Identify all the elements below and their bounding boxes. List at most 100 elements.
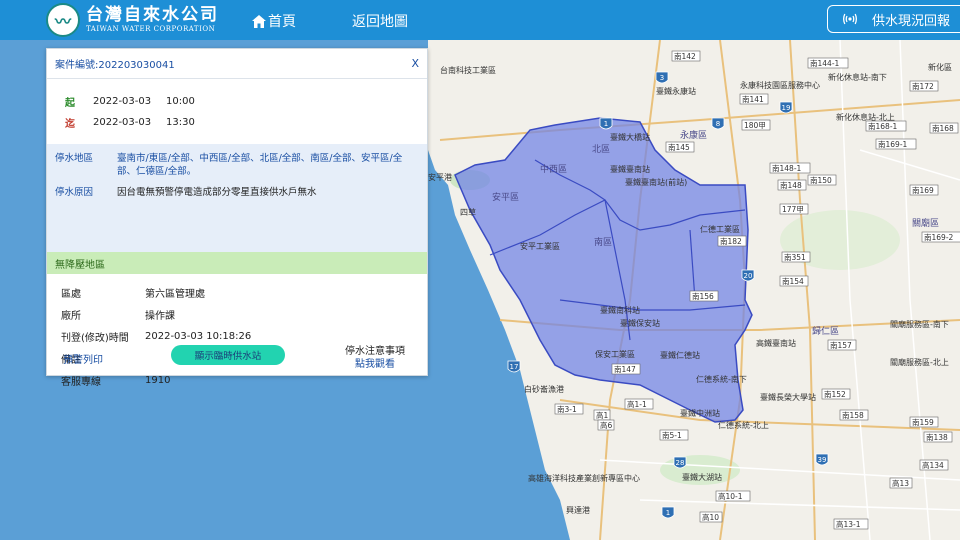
road-number-label: 南168 — [929, 122, 959, 134]
case-number-bar: 案件編號:202203030041 X — [47, 49, 427, 79]
water-logo-icon: 〰 — [46, 3, 80, 37]
road-number-label: 南169 — [909, 184, 939, 196]
nav-back-to-map-link[interactable]: 返回地圖 — [352, 11, 408, 31]
map-label-zhongxi: 中西區 — [540, 163, 567, 175]
road-number-label: 高134 — [919, 459, 949, 471]
map-label-daqiao: 臺鐵大橋站 — [610, 132, 650, 142]
svg-text:南182: 南182 — [720, 236, 742, 246]
map-label-yongkang: 永康科技園區服務中心 — [740, 80, 820, 90]
road-number-label: 南144-1 — [807, 57, 849, 69]
road-number-label: 高13 — [889, 477, 913, 489]
road-number-label: 180甲 — [741, 119, 771, 131]
detail-row: 廠所 操作課 — [61, 303, 421, 325]
no-pressure-drop-bar: 無降壓地區 — [47, 252, 427, 274]
svg-text:南156: 南156 — [692, 291, 714, 301]
map-label-marine: 高雄海洋科技產業創新專區中心 — [528, 473, 640, 483]
svg-text:8: 8 — [716, 120, 720, 128]
broadcast-icon — [843, 13, 857, 25]
road-number-label: 南182 — [717, 235, 747, 247]
road-number-label: 高1 — [593, 409, 611, 421]
map-label-zhongzhou: 臺鐵中洲站 — [680, 408, 720, 418]
svg-text:南169: 南169 — [912, 185, 934, 195]
map-label-changrong: 臺鐵長榮大學站 — [760, 392, 816, 402]
detail-value: 第六區管理處 — [145, 288, 205, 300]
area-label: 停水地區 — [55, 153, 94, 164]
highway-shield-icon: 3 — [655, 71, 669, 84]
logo-en-text: TAIWAN WATER CORPORATION — [86, 25, 216, 33]
svg-text:南145: 南145 — [668, 142, 690, 152]
road-number-label: 南150 — [807, 174, 837, 186]
map-label-rende-s: 仁德系統-南下 — [696, 374, 747, 384]
road-number-label: 177甲 — [779, 203, 809, 215]
end-time-row: 迄 2022-03-03 13:30 — [47, 112, 427, 133]
map-label-yongkang-dist: 永康區 — [680, 129, 707, 141]
map-label-hsr: 高鐵臺南站 — [756, 338, 796, 348]
svg-text:南168-1: 南168-1 — [868, 121, 898, 131]
svg-text:1: 1 — [666, 509, 670, 517]
map-label-dahu: 臺鐵大湖站 — [682, 472, 722, 482]
road-number-label: 南145 — [665, 141, 695, 153]
road-number-label: 高1-1 — [624, 398, 654, 410]
highway-shield-icon: 28 — [673, 456, 687, 469]
road-number-label: 南158 — [839, 409, 869, 421]
svg-text:28: 28 — [676, 459, 685, 467]
svg-text:南144-1: 南144-1 — [810, 58, 840, 68]
svg-text:南5-1: 南5-1 — [662, 430, 682, 440]
svg-text:1: 1 — [604, 120, 608, 128]
map-label-nanke: 臺鐵南科站 — [600, 305, 640, 315]
show-temp-station-button[interactable]: 顯示臨時供水站 — [171, 345, 285, 365]
highway-shield-icon: 39 — [815, 453, 829, 466]
highway-shield-icon: 1 — [599, 117, 613, 130]
road-number-label: 南3-1 — [554, 403, 584, 415]
map-label-beiqu: 北區 — [592, 144, 610, 155]
detail-row: 區處 第六區管理處 — [61, 281, 421, 303]
map-label-baoan: 臺鐵保安站 — [620, 318, 660, 328]
svg-text:高6: 高6 — [600, 420, 612, 430]
start-time-row: 起 2022-03-03 10:00 — [47, 91, 427, 112]
svg-text:高1-1: 高1-1 — [627, 399, 647, 409]
svg-text:南169-1: 南169-1 — [878, 139, 908, 149]
outage-detail-section: 停水地區 臺南市/東區/全部、中西區/全部、北區/全部、南區/全部、安平區/全 … — [47, 144, 427, 252]
svg-text:南172: 南172 — [912, 81, 934, 91]
home-icon — [252, 14, 266, 28]
map-label-yongkang-st: 臺鐵永康站 — [656, 86, 696, 96]
detail-row: 刊登(修改)時間 2022-03-03 10:18:26 — [61, 325, 421, 347]
map-label-anping-ind: 安平工業區 — [520, 241, 560, 251]
road-number-label: 南141 — [739, 93, 769, 105]
road-number-label: 南351 — [781, 251, 811, 263]
svg-text:177甲: 177甲 — [782, 205, 804, 214]
road-number-label: 高13-1 — [833, 518, 869, 530]
svg-text:高10: 高10 — [702, 512, 719, 522]
detail-key: 刊登(修改)時間 — [61, 332, 129, 344]
map-label-guanmiao-s: 關廟服務區-南下 — [890, 319, 949, 329]
map-label-rende-ind: 仁德工業區 — [700, 224, 740, 234]
road-number-label: 南156 — [689, 290, 719, 302]
nav-home-link[interactable]: 首頁 — [252, 11, 296, 31]
map-label-guanmiao: 關廟區 — [912, 217, 939, 229]
map-label-tainan-st: 臺鐵臺南站 — [610, 164, 650, 174]
road-number-label: 南159 — [909, 416, 939, 428]
svg-text:南150: 南150 — [810, 175, 832, 185]
svg-text:南169-2: 南169-2 — [924, 232, 954, 242]
road-number-label: 南148 — [777, 179, 807, 191]
warning-print-link[interactable]: 預警列印 — [63, 351, 103, 366]
svg-text:19: 19 — [782, 104, 791, 112]
svg-text:南154: 南154 — [782, 276, 804, 286]
company-logo[interactable]: 〰 台灣自來水公司 TAIWAN WATER CORPORATION — [46, 3, 219, 37]
svg-text:南157: 南157 — [830, 340, 852, 350]
area-value: 臺南市/東區/全部、中西區/全部、北區/全部、南區/全部、安平區/全 部、仁德區… — [117, 152, 402, 178]
svg-text:180甲: 180甲 — [744, 121, 766, 130]
supply-report-button[interactable]: 供水現況回報 — [827, 5, 960, 33]
notice-more-link[interactable]: 點我觀看 — [345, 358, 405, 371]
road-number-label: 南154 — [779, 275, 809, 287]
map-label-baisha: 白砂崙漁港 — [524, 384, 564, 394]
svg-text:南152: 南152 — [824, 389, 846, 399]
svg-text:高13: 高13 — [892, 478, 909, 488]
map-label-tainan-st2: 臺鐵臺南站(前站) — [625, 177, 687, 187]
case-number: 案件編號:202203030041 — [55, 60, 175, 71]
svg-text:17: 17 — [510, 363, 519, 371]
road-number-label: 南169-1 — [875, 138, 917, 150]
close-panel-button[interactable]: X — [411, 57, 419, 70]
end-date: 2022-03-03 — [93, 117, 152, 128]
map-label-four-grass: 四草 — [460, 207, 476, 217]
